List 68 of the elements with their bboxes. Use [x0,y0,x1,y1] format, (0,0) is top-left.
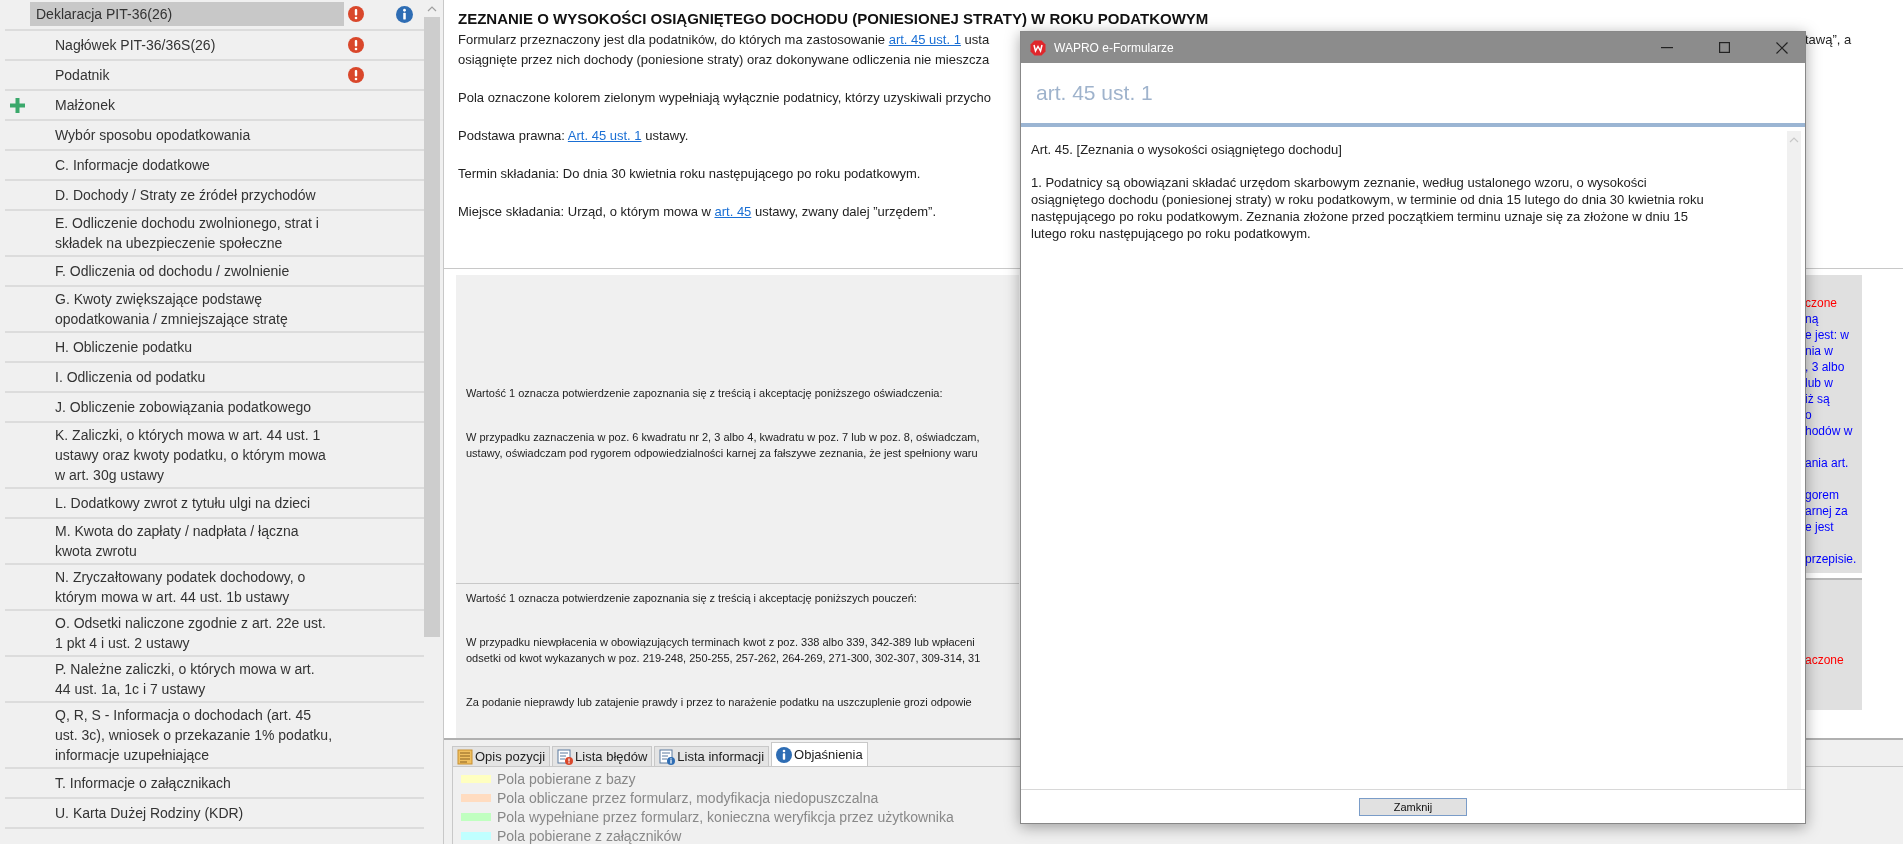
article-text: 1. Podatnicy są obowiązani składać urzędom skarbowym zeznanie, według ustalonego wzoru, o wysokości osiągniętego dochodu (poniesionej straty) w roku podatkowym, w terminie od dnia 15 lutego do dnia 30 kwietnia roku następującego po roku podatkowym. Zeznania złożone przed początkiem terminu uznaje się za złożone w dniu 15 lutego roku następującego po roku podatkowym. [1031,174,1705,242]
note-fragment: przepisie. [1805,551,1858,567]
tree-item[interactable]: T. Informacje o załącznikach [30,773,344,793]
plus-icon[interactable] [10,97,25,113]
scroll-up-icon[interactable] [427,6,437,12]
note-fragment: aczone [1805,653,1844,667]
tree-item[interactable]: N. Zryczałtowany podatek dochodowy, o którym mowa w art. 44 ust. 1b ustawy [30,567,344,607]
tree-item[interactable]: J. Obliczenie zobowiązania podatkowego [30,397,344,417]
tree-item[interactable]: Podatnik [30,65,344,85]
document-icon [457,748,473,765]
statement-text: W przypadku zaznaczenia w poz. 6 kwadratu nr 2, 3 albo 4, kwadratu w poz. 7 lub w poz. 8, oświadczam, ustawy, oświadczam pod rygorem odpowiedzialności karnej za fałszywe zeznania, że jest spełniony waru [466,430,981,461]
info-list-icon [659,748,676,765]
tree-item[interactable]: P. Należne zaliczki, o których mowa w art. 44 ust. 1a, 1c i 7 ustawy [30,659,344,699]
tree-item[interactable]: O. Odsetki naliczone zgodnie z art. 22e ust. 1 pkt 4 i ust. 2 ustawy [30,613,344,653]
close-icon[interactable] [1776,41,1788,54]
tree-item[interactable]: K. Zaliczki, o których mowa w art. 44 ust. 1 ustawy oraz kwoty podatku, o którym mowa w art. 30g ustawy [30,425,344,485]
panel-tab[interactable]: Lista informacji [654,746,770,766]
minimize-icon[interactable] [1661,46,1673,49]
legend-text: Pola wypełniane przez formularz, konieczna weryfikcja przez użytkownika [497,808,954,825]
scroll-up-icon[interactable] [1789,137,1799,143]
tree-item[interactable]: D. Dochody / Straty ze źródeł przychodów [30,185,344,205]
legend-text: Pola obliczane przez formularz, modyfikacja niedopuszczalna [497,789,879,806]
form-title: ZEZNANIE O WYSOKOŚCI OSIĄGNIĘTEGO DOCHODU (PONIESIONEJ STRATY) W ROKU PODATKOWYM [457,9,1209,29]
law-link[interactable]: art. 45 [714,204,752,219]
paragraph: Termin składania: Do dnia 30 kwietnia roku następującego po roku podatkowym. [458,165,922,183]
scrollbar[interactable] [1787,131,1801,789]
tree-item[interactable]: Małżonek [30,95,344,115]
tree-item[interactable]: I. Odliczenia od podatku [30,367,344,387]
tree-item[interactable]: C. Informacje dodatkowe [30,155,344,175]
statement-text: Za podanie nieprawdy lub zatajenie prawdy i przez to narażenie podatku na uszczuplenie grozi odpowie [466,695,973,710]
panel-tab[interactable]: Opis pozycji [452,746,551,766]
article-text: Art. 45. [Zeznania o wysokości osiągniętego dochodu] [1031,141,1343,158]
note-fragment: ania art. [1805,455,1850,471]
statement-text: W przypadku niewpłacenia w obowiązujących terminach kwot z poz. 338 albo 339, 342-389 lub wpłaceni odsetki od kwot wykazanych w poz. 219-248, 250-255, 257-262, 264-269, 271-300, 302-307, 309-314, 31 [466,635,982,666]
tree-item[interactable]: E. Odliczenie dochodu zwolnionego, strat i składek na ubezpieczenie społeczne [30,213,344,253]
tree-item[interactable]: Q, R, S - Informacja o dochodach (art. 45 ust. 3c), wniosek o przekazanie 1% podatku, informacje uzupełniające [30,705,344,765]
maximize-icon[interactable] [1719,42,1730,53]
tree-item[interactable]: U. Karta Dużej Rodziny (KDR) [30,803,344,823]
tree-item[interactable]: Nagłówek PIT-36/36S(26) [30,35,344,55]
tree-item[interactable]: G. Kwoty zwiększające podstawę opodatkowania / zmniejszające stratę [30,289,344,329]
tree-item[interactable]: Wybór sposobu opodatkowania [30,125,344,145]
paragraph: Miejsce składania: Urząd, o którym mowa w art. 45 ustawy, zwany dalej ”urzędem”. [458,203,938,221]
tree-item[interactable]: L. Dodatkowy zwrot z tytułu ulgi na dzieci [30,493,344,513]
statement-text: Wartość 1 oznacza potwierdzenie zapoznania się z treścią i akceptację poniższego oświadczenia: [466,386,944,401]
legend-text: Pola pobierane z bazy [497,770,636,787]
panel-tab[interactable]: Lista błędów [552,746,653,766]
paragraph-fragment: tawą”, a [1805,32,1852,47]
tree-item[interactable]: M. Kwota do zapłaty / nadpłata / łączna kwota zwrotu [30,521,344,561]
error-list-icon [557,748,574,765]
tree-item[interactable]: F. Odliczenia od dochodu / zwolnienie [30,261,344,281]
dialog-heading: art. 45 ust. 1 [1036,81,1153,105]
paragraph: Pola oznaczone kolorem zielonym wypełniają wyłącznie podatnicy, którzy uzyskiwali przycho [458,89,992,107]
note-fragment: czone [1805,295,1839,311]
info-icon [776,746,793,763]
panel-tab[interactable]: Objaśnienia [771,742,868,766]
law-link[interactable]: Art. 45 ust. 1 [567,128,642,143]
statement-text: Wartość 1 oznacza potwierdzenie zapoznania się z treścią i akceptację poniższych pouczeń: [466,591,918,606]
window-title: WAPRO e-Formularze [1054,40,1174,55]
note-fragment: ną e jest: w nia w , 3 albo lub w iż są o hodów w [1805,311,1854,439]
legend-text: Pola pobierane z załączników [497,827,682,844]
tree-item[interactable]: Deklaracja PIT-36(26) [30,2,344,26]
law-link[interactable]: art. 45 ust. 1 [888,32,961,47]
paragraph: Formularz przeznaczony jest dla podatników, do których ma zastosowanie art. 45 ust. 1 usta osiągnięte przez nich dochody (poniesione straty) oraz dokonywane odliczenia nie mieszcza [458,31,991,69]
close-button[interactable]: Zamknij [1359,797,1467,816]
app-logo-icon [1030,39,1046,56]
tree-item[interactable]: H. Obliczenie podatku [30,337,344,357]
paragraph: Podstawa prawna: Art. 45 ust. 1 ustawy. [458,127,690,145]
note-fragment: gorem arnej za e jest [1805,487,1849,535]
